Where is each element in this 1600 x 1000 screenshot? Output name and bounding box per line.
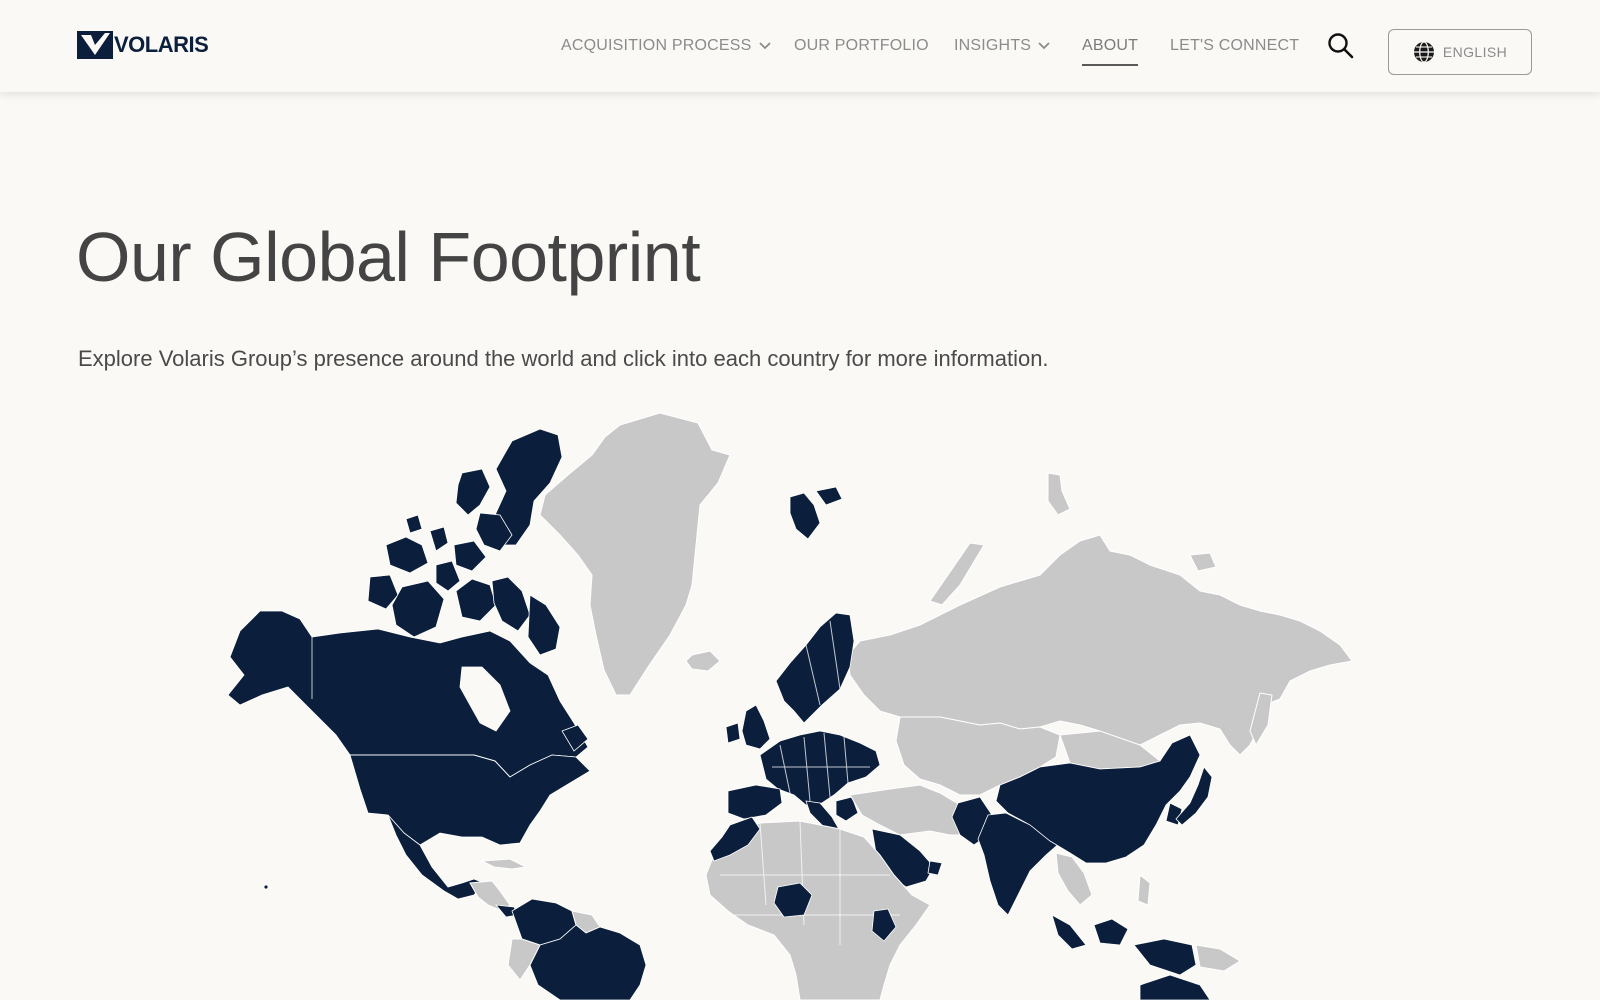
search-button[interactable]: [1326, 31, 1356, 61]
nav-about-label: ABOUT: [1082, 37, 1139, 54]
nav-lets-connect-label: LET'S CONNECT: [1170, 37, 1300, 54]
world-map-svg: [227, 412, 1353, 1000]
nav-acquisition-process-label: ACQUISITION PROCESS: [561, 37, 752, 54]
country-canada-island-4[interactable]: [429, 526, 449, 552]
nav-insights-label: INSIGHTS: [954, 37, 1032, 54]
country-norway-sweden-finland[interactable]: [775, 612, 855, 724]
world-map: [200, 405, 1400, 1000]
page-subtitle: Explore Volaris Group’s presence around …: [78, 346, 1049, 371]
country-ireland[interactable]: [725, 722, 741, 744]
country-svalbard[interactable]: [789, 486, 843, 540]
country-arctic-island[interactable]: [1189, 552, 1217, 572]
country-spain-portugal[interactable]: [727, 784, 783, 820]
volaris-logo[interactable]: VOLARIS: [77, 31, 209, 59]
nav-insights[interactable]: INSIGHTS: [954, 36, 1051, 56]
country-canada-island-7[interactable]: [391, 580, 445, 638]
nav-our-portfolio-label: OUR PORTFOLIO: [794, 37, 929, 54]
country-papua[interactable]: [1195, 944, 1241, 972]
country-united-states[interactable]: [349, 754, 591, 846]
country-canada-island-1[interactable]: [455, 468, 491, 516]
country-indonesia[interactable]: [1051, 914, 1197, 976]
chevron-down-icon: [758, 42, 771, 50]
hawaii-dot[interactable]: [263, 884, 269, 890]
country-canada-island-12[interactable]: [405, 514, 423, 534]
volaris-logo-icon: [77, 31, 113, 59]
nav-acquisition-process[interactable]: ACQUISITION PROCESS: [561, 36, 772, 56]
globe-icon: [1413, 41, 1434, 63]
site-header: VOLARIS ACQUISITION PROCESS OUR PORTFOLI…: [0, 0, 1600, 92]
chevron-down-icon: [1038, 42, 1050, 50]
country-canada-island-5[interactable]: [453, 540, 487, 572]
country-uae[interactable]: [927, 860, 943, 876]
country-australia-top[interactable]: [1139, 974, 1211, 1000]
country-philippines[interactable]: [1137, 874, 1151, 906]
country-canada-island-10[interactable]: [491, 576, 531, 632]
search-icon: [1328, 33, 1354, 59]
logo-wordmark: VOLARIS: [114, 32, 209, 57]
country-canada-island-9[interactable]: [455, 578, 497, 622]
country-iceland[interactable]: [685, 650, 721, 672]
country-franz-josef[interactable]: [1047, 472, 1071, 516]
nav-lets-connect[interactable]: LET'S CONNECT: [1170, 36, 1299, 56]
country-canada-island-11[interactable]: [527, 594, 561, 656]
nav-our-portfolio[interactable]: OUR PORTFOLIO: [794, 36, 929, 56]
language-label: ENGLISH: [1442, 44, 1508, 60]
country-cuba[interactable]: [480, 858, 528, 870]
country-novaya-zemlya[interactable]: [929, 542, 985, 606]
language-selector[interactable]: ENGLISH: [1388, 29, 1532, 75]
country-canada-island-3[interactable]: [385, 536, 429, 574]
page-title: Our Global Footprint: [76, 218, 701, 296]
nav-about[interactable]: ABOUT: [1082, 36, 1139, 66]
country-united-kingdom[interactable]: [741, 704, 771, 750]
